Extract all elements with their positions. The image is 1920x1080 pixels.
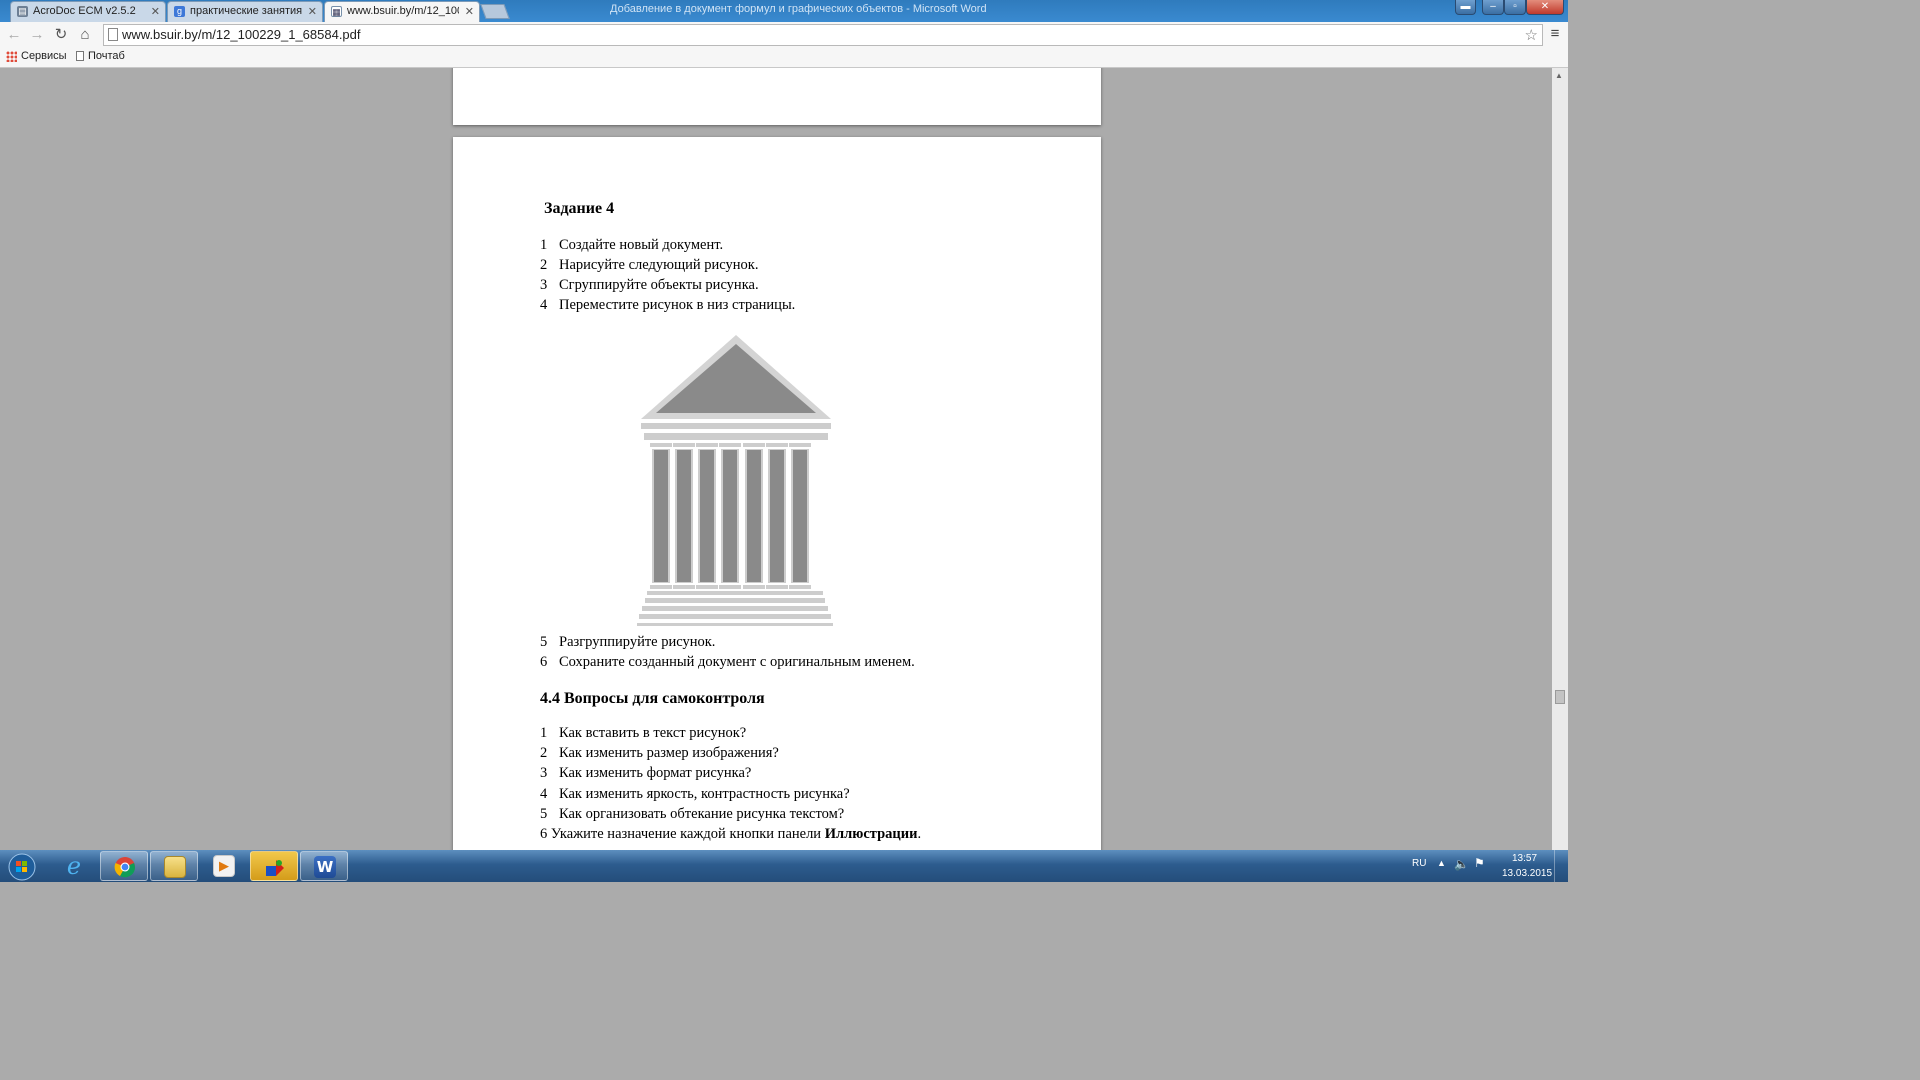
clock-time[interactable]: 13:57 [1512,853,1537,864]
entablature-lower [644,433,828,440]
list-item: 4 Как изменить яркость, контрастность рис… [540,786,850,802]
action-center-flag-icon[interactable]: ⚑ [1474,856,1485,870]
entablature-upper [641,423,831,429]
list-item: 4 Переместите рисунок в низ страницы. [540,297,796,313]
taskbar-word[interactable]: W [300,851,348,881]
windows-taskbar: e ▶ W RU ▲ 🔈 ⚑ 13:57 13.03.2015 [0,850,1568,882]
bookmark-services[interactable]: Сервисы [6,50,67,66]
maximize-button[interactable]: ▫ [1504,0,1526,15]
close-icon[interactable]: ✕ [151,5,160,18]
column [743,443,765,589]
chrome-icon [114,857,135,878]
tab-label: AcroDoc ECM v2.5.2 [33,5,136,17]
new-tab-button[interactable] [480,4,510,19]
task-heading: Задание 4 [544,200,615,217]
taskbar-media-player[interactable]: ▶ [200,851,248,881]
home-button[interactable]: ⌂ [76,26,94,44]
google-search-icon: g [174,6,185,17]
bookmark-mail[interactable]: Почтаб [76,50,125,66]
volume-icon[interactable]: 🔈 [1454,857,1469,871]
list-item: 1 Создайте новый документ. [540,237,724,253]
columns [650,443,811,589]
bookmark-label: Сервисы [21,50,67,62]
taskbar-explorer[interactable] [150,851,198,881]
list-item: 2 Как изменить размер изображения? [540,745,779,761]
close-icon[interactable]: ✕ [465,5,474,18]
reload-button[interactable]: ↻ [52,26,70,44]
show-desktop-button[interactable] [1554,850,1569,882]
tab-label: практические занятия по [190,5,302,17]
document-icon: ▤ [17,6,28,17]
column [650,443,672,589]
address-url[interactable]: www.bsuir.by/m/12_100229_1_68584.pdf [122,27,361,42]
taskbar-ie[interactable]: e [50,851,98,881]
windows-logo-icon [8,853,36,881]
close-icon[interactable]: ✕ [308,5,317,18]
bookmarks-bar: Сервисы Почтаб [0,48,1568,68]
list-item: 6 Сохраните созданный документ с оригинал… [540,654,915,670]
tab-acrodoc[interactable]: ▤ AcroDoc ECM v2.5.2 ✕ [10,1,166,22]
list-item: 3 Как изменить формат рисунка? [540,765,752,781]
column [696,443,718,589]
list-item: 5 Как организовать обтекание рисунка текс… [540,806,845,822]
column [789,443,811,589]
minimize-button[interactable]: ‒ [1482,0,1504,15]
roof-inner [656,344,816,413]
taskbar-paint-app[interactable] [250,851,298,881]
section-heading: 4.4 Вопросы для самоконтроля [540,690,765,707]
pdf-page: Задание 4 1 Создайте новый документ. 2 Нар… [453,137,1101,850]
list-item: 2 Нарисуйте следующий рисунок. [540,257,759,273]
show-hidden-icons-icon[interactable]: ▲ [1437,858,1446,868]
temple-figure [637,335,833,626]
language-indicator[interactable]: RU [1412,858,1426,869]
scroll-up-icon[interactable]: ▲ [1555,71,1563,80]
tab-google-search[interactable]: g практические занятия по ✕ [167,1,323,22]
step-1 [647,591,823,595]
close-window-button[interactable]: ✕ [1526,0,1564,15]
pdf-page-previous [453,68,1101,125]
step-5 [637,623,833,626]
column [719,443,741,589]
step-3 [642,606,828,611]
start-button[interactable] [0,851,44,881]
tab-pdf-active[interactable]: ▦ www.bsuir.by/m/12_1002 ✕ [324,1,480,22]
user-icon[interactable]: ▬ [1455,0,1476,15]
list-item: 3 Сгруппируйте объекты рисунка. [540,277,759,293]
taskbar-chrome[interactable] [100,851,148,881]
column [766,443,788,589]
step-2 [645,598,825,603]
step-4 [639,614,831,619]
list-item: 6 Укажите назначение каждой кнопки панел… [540,826,922,842]
chrome-menu-icon[interactable]: ≡ [1548,26,1562,42]
bold-term: Иллюстрации [824,826,918,842]
internet-explorer-icon: e [66,852,82,880]
column [673,443,695,589]
bookmark-label: Почтаб [88,50,125,62]
pdf-page-icon: ▦ [331,6,342,17]
bookmark-star-icon[interactable]: ☆ [1525,26,1538,44]
vertical-scrollbar[interactable]: ▲ [1552,68,1568,850]
back-button[interactable]: ← [5,26,23,44]
list-item: 5 Разгруппируйте рисунок. [540,634,716,650]
address-bar[interactable]: www.bsuir.by/m/12_100229_1_68584.pdf ☆ [103,24,1543,46]
word-icon: W [314,856,336,878]
page-icon [108,28,118,41]
file-explorer-icon [164,856,186,878]
scrollbar-thumb[interactable] [1555,690,1565,704]
window-title: Добавление в документ формул и графическ… [610,3,987,15]
browser-titlebar: Добавление в документ формул и графическ… [0,0,1568,22]
pdf-viewer[interactable]: Задание 4 1 Создайте новый документ. 2 Нар… [0,68,1568,850]
media-player-icon: ▶ [213,855,235,877]
tab-label: www.bsuir.by/m/12_1002 [347,5,459,17]
list-item: 1 Как вставить в текст рисунок? [540,725,747,741]
clock-date[interactable]: 13.03.2015 [1502,868,1552,879]
page-icon [76,51,84,62]
paint-app-icon [266,860,284,876]
apps-grid-icon [6,50,17,62]
forward-button[interactable]: → [28,26,46,44]
browser-toolbar: ← → ↻ ⌂ www.bsuir.by/m/12_100229_1_68584… [0,22,1568,48]
